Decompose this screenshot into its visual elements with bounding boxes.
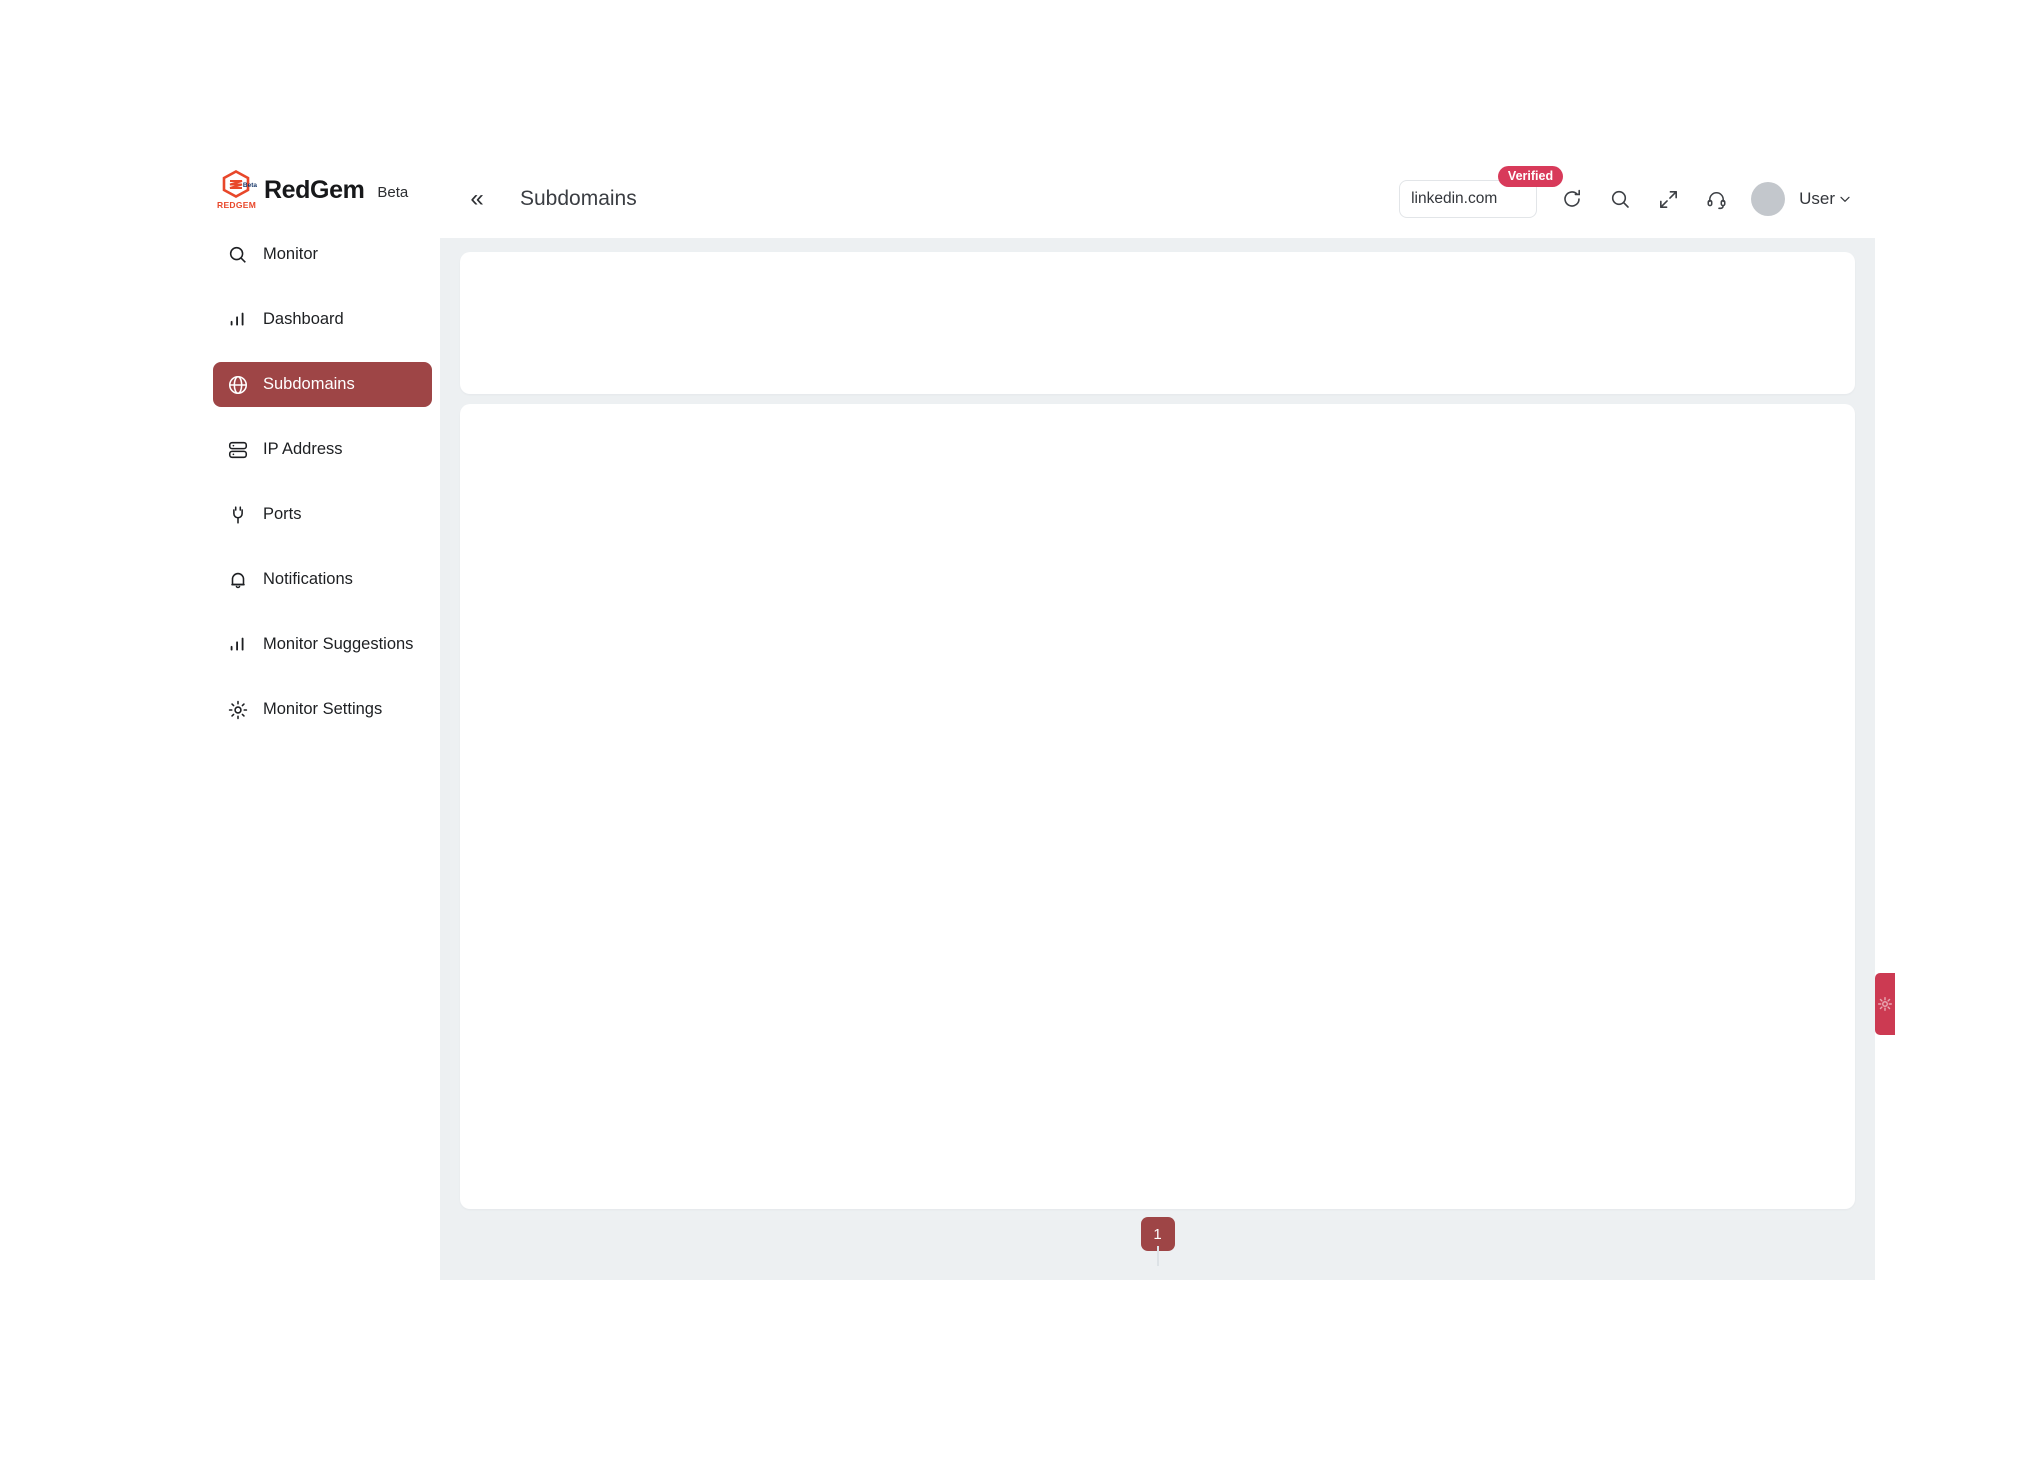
sidebar-item-label: IP Address	[263, 440, 343, 458]
subdomains-table-card: 1	[460, 404, 1855, 1251]
sidebar-item-dashboard[interactable]: Dashboard	[213, 297, 432, 342]
sidebar-item-label: Monitor Settings	[263, 700, 383, 718]
sidebar-item-ports[interactable]: Ports	[213, 492, 432, 537]
user-menu-label: User	[1799, 189, 1835, 208]
fullscreen-icon	[1659, 190, 1677, 208]
sidebar-item-label: Monitor	[263, 245, 319, 263]
sidebar-collapse-button[interactable]: «	[464, 187, 490, 211]
redgem-logo-icon: Beta REDGEM	[217, 170, 257, 210]
gear-icon	[1878, 997, 1892, 1011]
sidebar-item-label: Subdomains	[263, 375, 355, 393]
headset-icon	[1707, 191, 1726, 209]
sidebar-item-label: Ports	[263, 505, 302, 523]
refresh-icon	[1564, 189, 1581, 207]
topbar-actions: Verified	[1399, 166, 1875, 218]
chevron-down-icon	[1840, 196, 1850, 202]
user-menu[interactable]: User	[1799, 189, 1853, 209]
sidebar-item-notifications[interactable]: Notifications	[213, 557, 432, 602]
fullscreen-button[interactable]	[1655, 186, 1681, 212]
filter-card	[460, 252, 1855, 394]
sidebar-item-label: Dashboard	[263, 310, 344, 328]
logo-beta-tag: Beta	[242, 182, 257, 189]
refresh-button[interactable]	[1559, 186, 1585, 212]
verified-badge: Verified	[1497, 166, 1564, 187]
logo-wordmark: REDGEM	[217, 200, 257, 210]
main-area: « Subdomains Verified	[440, 160, 1895, 1280]
globe-icon	[228, 375, 248, 394]
footer-strip	[440, 1232, 1875, 1280]
search-icon	[1611, 190, 1629, 208]
server-icon	[228, 441, 248, 458]
sidebar-item-label: Notifications	[263, 570, 353, 588]
search-icon	[229, 246, 246, 263]
sidebar-item-monitor[interactable]: Monitor	[213, 232, 432, 277]
gear-icon	[228, 700, 248, 719]
domain-selector: Verified	[1399, 166, 1564, 218]
content-region: 1	[440, 238, 1895, 1280]
search-button[interactable]	[1607, 186, 1633, 212]
page-title: Subdomains	[520, 187, 637, 210]
bell-icon	[231, 572, 245, 588]
sidebar: Beta REDGEM RedGem Beta Monitor Dashboar…	[205, 160, 440, 1280]
app-window: Beta REDGEM RedGem Beta Monitor Dashboar…	[205, 160, 1895, 1280]
sidebar-item-subdomains[interactable]: Subdomains	[213, 362, 432, 407]
sidebar-nav: Monitor Dashboard Subdomains IP Address …	[205, 232, 440, 732]
sidebar-item-label: Monitor Suggestions	[263, 635, 414, 653]
brand-logo[interactable]: Beta REDGEM RedGem Beta	[205, 160, 440, 220]
topbar: « Subdomains Verified	[440, 160, 1875, 238]
sidebar-item-monitor-settings[interactable]: Monitor Settings	[213, 687, 432, 732]
support-button[interactable]	[1703, 186, 1729, 212]
bar-chart-icon	[230, 312, 244, 325]
sidebar-item-monitor-suggestions[interactable]: Monitor Suggestions	[213, 622, 432, 667]
brand-name: RedGem	[264, 175, 365, 204]
plug-icon	[233, 505, 243, 524]
avatar[interactable]	[1751, 182, 1786, 216]
footer-divider	[1156, 1246, 1159, 1266]
bar-chart-icon	[230, 637, 244, 650]
settings-side-tab[interactable]	[1875, 973, 1895, 1035]
sidebar-item-ip-address[interactable]: IP Address	[213, 427, 432, 472]
brand-beta-label: Beta	[377, 183, 409, 201]
